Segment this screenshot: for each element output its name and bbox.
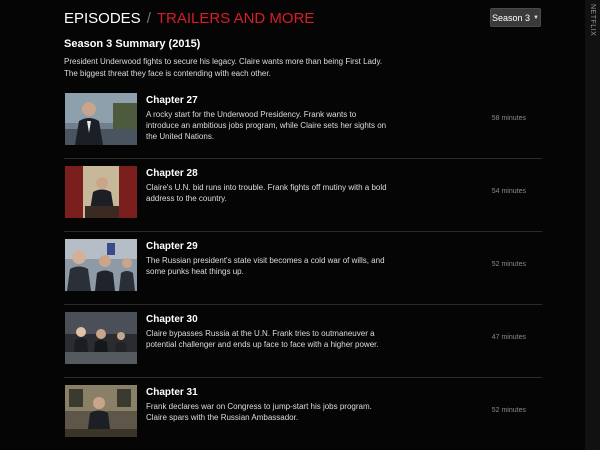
- episode-description: Claire bypasses Russia at the U.N. Frank…: [146, 329, 379, 349]
- tab-separator: /: [146, 9, 151, 27]
- episode-row[interactable]: Chapter 28 Claire's U.N. bid runs into t…: [64, 159, 542, 232]
- tab-trailers-and-more[interactable]: TRAILERS AND MORE: [157, 10, 315, 27]
- episode-thumbnail[interactable]: [65, 166, 137, 218]
- chevron-down-icon: ▼: [533, 14, 539, 21]
- tab-episodes[interactable]: EPISODES: [64, 10, 141, 27]
- season-dropdown-label: Season 3: [492, 12, 531, 23]
- watermark-strip: NETFLIX: [585, 0, 600, 450]
- season-dropdown[interactable]: Season 3 ▼: [490, 8, 541, 27]
- season-summary-text: President Underwood fights to secure his…: [64, 57, 383, 78]
- episode-row[interactable]: Chapter 30 Claire bypasses Russia at the…: [64, 305, 542, 378]
- episode-description: Frank declares war on Congress to jump-s…: [146, 402, 372, 422]
- episode-duration: 47 minutes: [491, 334, 526, 341]
- watermark-logo: NETFLIX: [589, 4, 596, 37]
- episode-row[interactable]: Chapter 27 A rocky start for the Underwo…: [64, 86, 542, 159]
- episode-description: The Russian president's state visit beco…: [146, 256, 385, 276]
- episode-thumbnail[interactable]: [65, 239, 137, 291]
- season-summary-title: Season 3 Summary (2015): [64, 38, 201, 50]
- episode-duration: 58 minutes: [491, 115, 526, 122]
- episode-list: Chapter 27 A rocky start for the Underwo…: [64, 86, 542, 450]
- episode-description: Claire's U.N. bid runs into trouble. Fra…: [146, 183, 387, 203]
- episode-title[interactable]: Chapter 30: [146, 314, 198, 325]
- episode-title[interactable]: Chapter 27: [146, 95, 198, 106]
- episode-thumbnail[interactable]: [65, 385, 137, 437]
- episode-title[interactable]: Chapter 28: [146, 168, 198, 179]
- episode-description: A rocky start for the Underwood Presiden…: [146, 110, 387, 141]
- episode-row[interactable]: Chapter 29 The Russian president's state…: [64, 232, 542, 305]
- episode-row[interactable]: Chapter 31 Frank declares war on Congres…: [64, 378, 542, 450]
- episode-thumbnail[interactable]: [65, 93, 137, 145]
- episodes-panel: EPISODES / TRAILERS AND MORE Season 3 ▼ …: [0, 0, 585, 450]
- episode-title[interactable]: Chapter 31: [146, 387, 198, 398]
- episode-duration: 52 minutes: [491, 261, 526, 268]
- episode-duration: 52 minutes: [491, 407, 526, 414]
- episode-duration: 54 minutes: [491, 188, 526, 195]
- episode-thumbnail[interactable]: [65, 312, 137, 364]
- episode-title[interactable]: Chapter 29: [146, 241, 198, 252]
- header-tabs: EPISODES / TRAILERS AND MORE: [64, 8, 314, 28]
